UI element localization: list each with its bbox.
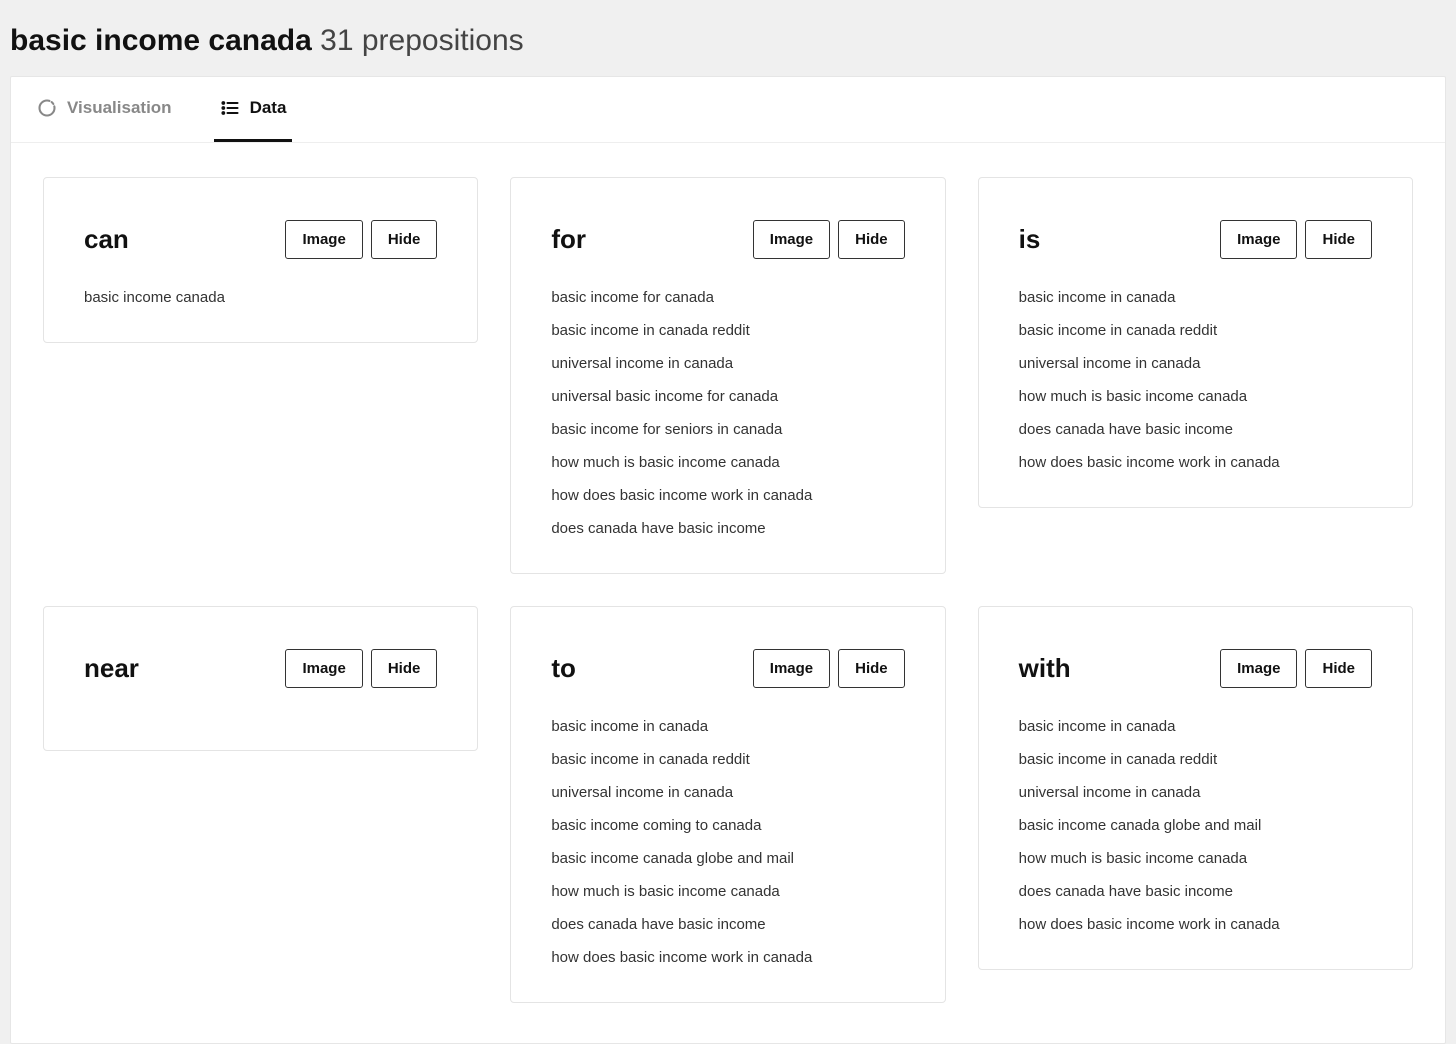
card-header: near ImageHide	[84, 649, 437, 688]
hide-button[interactable]: Hide	[838, 220, 905, 259]
list-item[interactable]: does canada have basic income	[551, 914, 904, 935]
list-item[interactable]: basic income for canada	[551, 287, 904, 308]
card-header: can ImageHide	[84, 220, 437, 259]
image-button[interactable]: Image	[753, 220, 830, 259]
list-item[interactable]: universal basic income for canada	[551, 386, 904, 407]
card-title: to	[551, 653, 576, 684]
card-actions: ImageHide	[1220, 649, 1372, 688]
card-actions: ImageHide	[285, 220, 437, 259]
card-near: near ImageHide	[43, 606, 478, 751]
card-items: basic income canada	[84, 287, 437, 308]
image-button[interactable]: Image	[285, 220, 362, 259]
hide-button[interactable]: Hide	[838, 649, 905, 688]
list-item[interactable]: basic income coming to canada	[551, 815, 904, 836]
main-panel: Visualisation Data canImageHidebasic inc…	[10, 76, 1446, 1044]
page-title-count: 31 prepositions	[320, 24, 523, 57]
list-item[interactable]: how much is basic income canada	[551, 881, 904, 902]
card-to: toImageHidebasic income in canadabasic i…	[510, 606, 945, 1003]
list-item[interactable]: basic income in canada reddit	[551, 749, 904, 770]
card-items: basic income in canada basic income in ca…	[1019, 287, 1372, 473]
card-items: basic income in canada basic income in ca…	[1019, 716, 1372, 935]
card-with: withImageHidebasic income in canadabasic…	[978, 606, 1413, 970]
tab-visualisation[interactable]: Visualisation	[31, 77, 178, 142]
list-item[interactable]: basic income canada	[84, 287, 437, 308]
card-can: can ImageHide basic income canada	[43, 177, 478, 343]
card-title: with	[1019, 653, 1071, 684]
list-item[interactable]: basic income in canada	[1019, 287, 1372, 308]
list-item[interactable]: how much is basic income canada	[1019, 386, 1372, 407]
tab-data-label: Data	[250, 98, 287, 118]
list-icon	[220, 98, 240, 118]
list-item[interactable]: how does basic income work in canada	[1019, 452, 1372, 473]
card-is: isImageHidebasic income in canadabasic i…	[978, 177, 1413, 508]
page-header: basic income canada 31 prepositions	[0, 0, 1456, 76]
list-item[interactable]: basic income in canada	[551, 716, 904, 737]
card-header: is ImageHide	[1019, 220, 1372, 259]
list-item[interactable]: universal income in canada	[1019, 353, 1372, 374]
card-header: with ImageHide	[1019, 649, 1372, 688]
list-item[interactable]: universal income in canada	[551, 353, 904, 374]
list-item[interactable]: universal income in canada	[1019, 782, 1372, 803]
card-header: for ImageHide	[551, 220, 904, 259]
card-actions: ImageHide	[753, 220, 905, 259]
card-title: for	[551, 224, 586, 255]
card-title: near	[84, 653, 139, 684]
list-item[interactable]: basic income in canada	[1019, 716, 1372, 737]
card-items: basic income for canada basic income in c…	[551, 287, 904, 539]
list-item[interactable]: basic income in canada reddit	[1019, 749, 1372, 770]
list-item[interactable]: does canada have basic income	[1019, 419, 1372, 440]
tab-visualisation-label: Visualisation	[67, 98, 172, 118]
list-item[interactable]: basic income in canada reddit	[1019, 320, 1372, 341]
tab-data[interactable]: Data	[214, 77, 293, 142]
list-item[interactable]: does canada have basic income	[1019, 881, 1372, 902]
card-actions: ImageHide	[753, 649, 905, 688]
list-item[interactable]: how much is basic income canada	[551, 452, 904, 473]
page-title: basic income canada 31 prepositions	[10, 24, 1446, 58]
hide-button[interactable]: Hide	[1305, 220, 1372, 259]
image-button[interactable]: Image	[1220, 649, 1297, 688]
list-item[interactable]: universal income in canada	[551, 782, 904, 803]
hide-button[interactable]: Hide	[371, 649, 438, 688]
list-item[interactable]: how does basic income work in canada	[551, 947, 904, 968]
card-actions: ImageHide	[285, 649, 437, 688]
card-actions: ImageHide	[1220, 220, 1372, 259]
visualisation-icon	[37, 98, 57, 118]
hide-button[interactable]: Hide	[1305, 649, 1372, 688]
list-item[interactable]: basic income in canada reddit	[551, 320, 904, 341]
list-item[interactable]: how does basic income work in canada	[1019, 914, 1372, 935]
page-title-keyword: basic income canada	[10, 24, 312, 57]
card-for: forImageHidebasic income for canadabasic…	[510, 177, 945, 574]
list-item[interactable]: basic income for seniors in canada	[551, 419, 904, 440]
image-button[interactable]: Image	[285, 649, 362, 688]
card-title: can	[84, 224, 129, 255]
card-items: basic income in canada basic income in ca…	[551, 716, 904, 968]
tabs: Visualisation Data	[11, 77, 1445, 143]
list-item[interactable]: does canada have basic income	[551, 518, 904, 539]
image-button[interactable]: Image	[1220, 220, 1297, 259]
cards-grid: canImageHidebasic income canadaforImageH…	[11, 143, 1445, 1043]
list-item[interactable]: basic income canada globe and mail	[551, 848, 904, 869]
list-item[interactable]: basic income canada globe and mail	[1019, 815, 1372, 836]
card-header: to ImageHide	[551, 649, 904, 688]
list-item[interactable]: how much is basic income canada	[1019, 848, 1372, 869]
list-item[interactable]: how does basic income work in canada	[551, 485, 904, 506]
image-button[interactable]: Image	[753, 649, 830, 688]
hide-button[interactable]: Hide	[371, 220, 438, 259]
card-title: is	[1019, 224, 1041, 255]
